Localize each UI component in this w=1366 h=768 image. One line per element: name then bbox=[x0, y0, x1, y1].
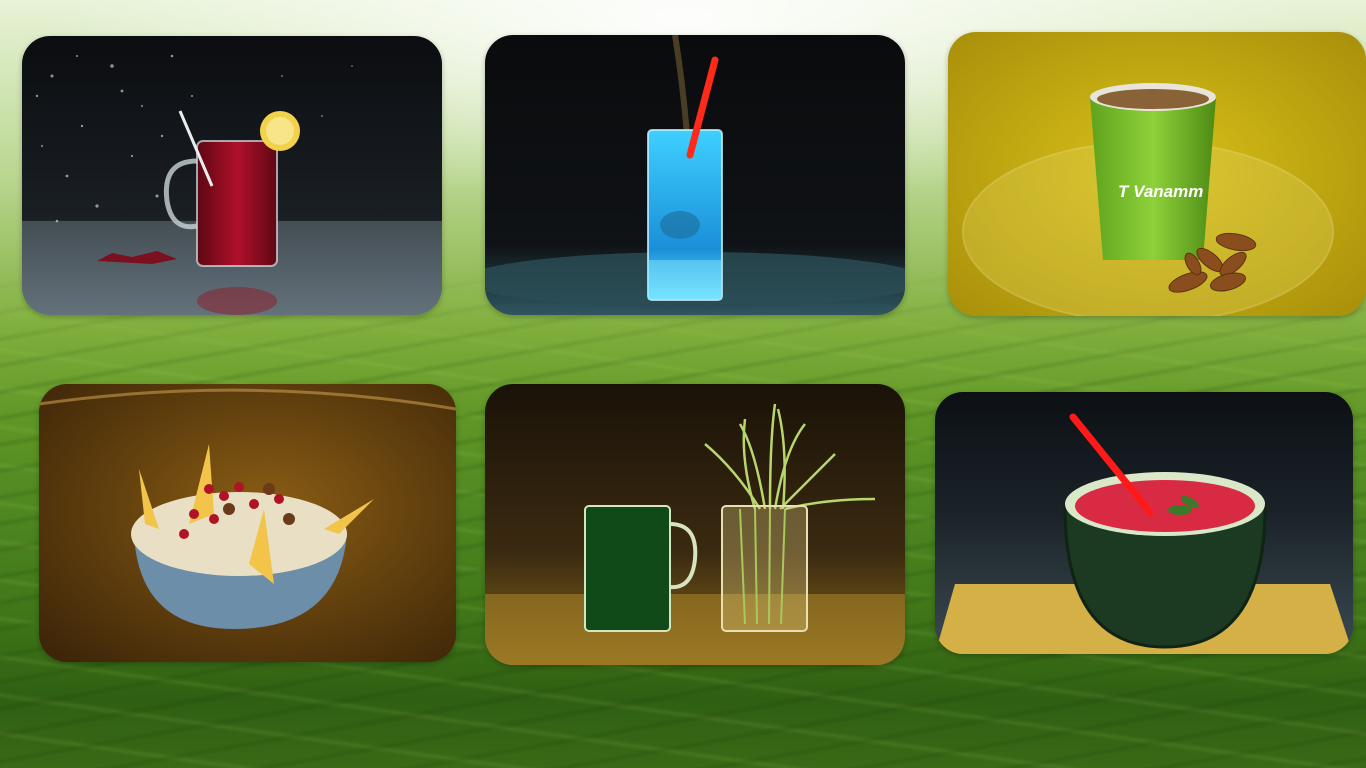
gallery-photo-cup-almonds[interactable]: T Vanamm bbox=[948, 32, 1366, 316]
blue-soda-image bbox=[485, 35, 905, 315]
gallery-photo-watermelon[interactable] bbox=[935, 392, 1353, 654]
wheatgrass-image bbox=[485, 384, 905, 665]
fruit-bowl-image bbox=[39, 384, 456, 662]
red-tea-image bbox=[22, 36, 442, 315]
gallery-photo-wheatgrass[interactable] bbox=[485, 384, 905, 665]
gallery-photo-blue-soda[interactable] bbox=[485, 35, 905, 315]
gallery-photo-fruit-bowl[interactable] bbox=[39, 384, 456, 662]
cup-almonds-image: T Vanamm bbox=[948, 32, 1366, 316]
cup-brand-text: T Vanamm bbox=[1118, 182, 1203, 201]
watermelon-image bbox=[935, 392, 1353, 654]
gallery-photo-red-tea[interactable] bbox=[22, 36, 442, 315]
